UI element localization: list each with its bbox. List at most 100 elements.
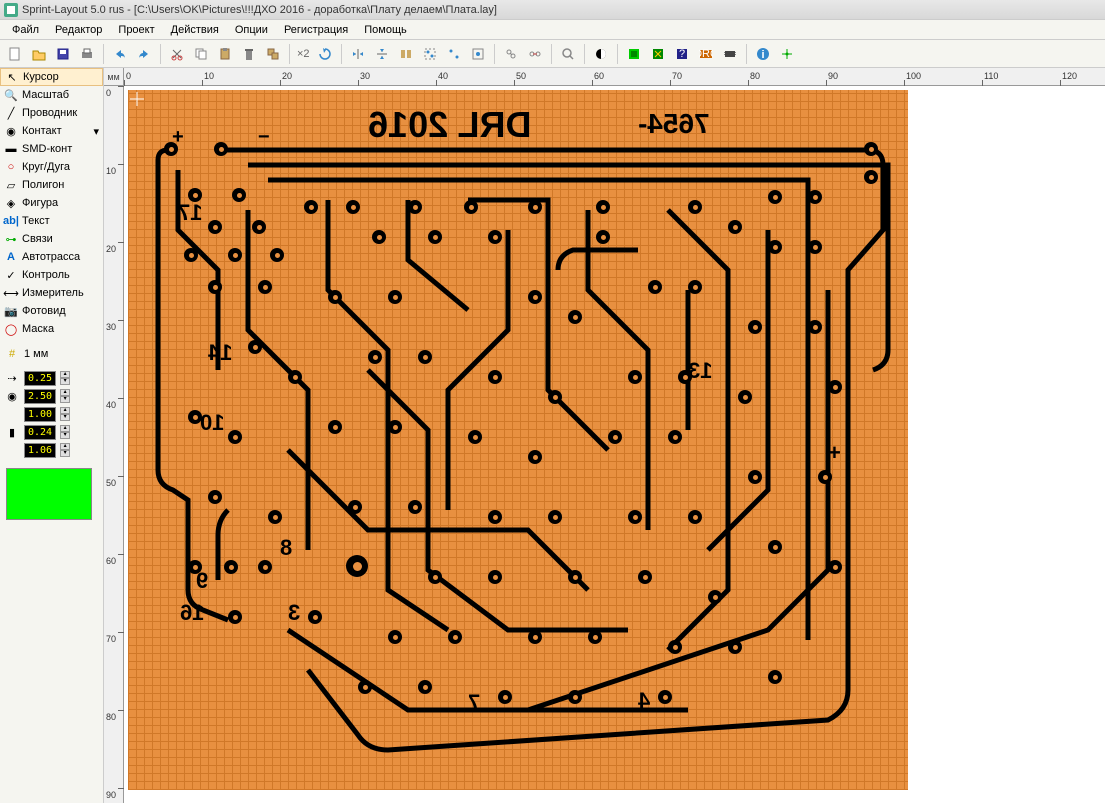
spin-down[interactable]: ▾ bbox=[60, 378, 70, 385]
ruler-unit: мм bbox=[104, 68, 124, 86]
origin-button[interactable] bbox=[776, 43, 798, 65]
pcb-canvas[interactable]: DRL 2016 7654- + − 17 14 13 10 + 8 9 16 … bbox=[124, 86, 1105, 803]
info-button[interactable]: i bbox=[752, 43, 774, 65]
cut-button[interactable] bbox=[166, 43, 188, 65]
spin-up[interactable]: ▴ bbox=[60, 425, 70, 432]
tool-cursor[interactable]: ↖Курсор bbox=[0, 68, 103, 86]
tool-text[interactable]: ab|Текст bbox=[0, 212, 103, 230]
check-icon: ✓ bbox=[4, 268, 18, 282]
auto-icon: A bbox=[4, 250, 18, 264]
spin-up[interactable]: ▴ bbox=[60, 407, 70, 414]
spin-down[interactable]: ▾ bbox=[60, 432, 70, 439]
spin-down[interactable]: ▾ bbox=[60, 450, 70, 457]
undo-button[interactable] bbox=[109, 43, 131, 65]
svg-text:?: ? bbox=[678, 48, 684, 60]
redo-button[interactable] bbox=[133, 43, 155, 65]
app-icon bbox=[4, 3, 18, 17]
link2-button[interactable] bbox=[524, 43, 546, 65]
menu-project[interactable]: Проект bbox=[110, 22, 162, 38]
track-icon: ╱ bbox=[4, 106, 18, 120]
menu-registration[interactable]: Регистрация bbox=[276, 22, 356, 38]
cursor-icon: ↖ bbox=[5, 70, 19, 84]
menu-help[interactable]: Помощь bbox=[356, 22, 415, 38]
tool-measure[interactable]: ⟷Измеритель bbox=[0, 284, 103, 302]
drc-button[interactable]: DRC bbox=[695, 43, 717, 65]
menu-file[interactable]: Файл bbox=[4, 22, 47, 38]
align-button[interactable] bbox=[395, 43, 417, 65]
via-inner-param[interactable]: 1.06▴▾ bbox=[4, 442, 99, 458]
zoom-label: ×2 bbox=[295, 48, 312, 60]
menu-actions[interactable]: Действия bbox=[163, 22, 227, 38]
mirror-h-button[interactable] bbox=[347, 43, 369, 65]
spin-down[interactable]: ▾ bbox=[60, 396, 70, 403]
tool-zoom[interactable]: 🔍Масштаб bbox=[0, 86, 103, 104]
tool-pad[interactable]: ◉Контакт▾ bbox=[0, 122, 103, 140]
tool-polygon[interactable]: ▱Полигон bbox=[0, 176, 103, 194]
track-width-param[interactable]: ⇢0.25▴▾ bbox=[4, 370, 99, 386]
ruler-vertical: 0102030405060708090 bbox=[104, 86, 124, 803]
tool-smd[interactable]: ▬SMD-конт bbox=[0, 140, 103, 158]
svg-text:i: i bbox=[761, 49, 764, 61]
via-outer-param[interactable]: ▮0.24▴▾ bbox=[4, 424, 99, 440]
photo-icon: 📷 bbox=[4, 304, 18, 318]
copy-button[interactable] bbox=[190, 43, 212, 65]
tool-track[interactable]: ╱Проводник bbox=[0, 104, 103, 122]
pad-o-icon: ◉ bbox=[4, 389, 20, 403]
toolbar: ×2 ? DRC i bbox=[0, 40, 1105, 68]
save-button[interactable] bbox=[52, 43, 74, 65]
print-button[interactable] bbox=[76, 43, 98, 65]
menu-options[interactable]: Опции bbox=[227, 22, 276, 38]
spin-up[interactable]: ▴ bbox=[60, 371, 70, 378]
layer-color-swatch[interactable] bbox=[6, 468, 92, 520]
delete-button[interactable] bbox=[238, 43, 260, 65]
layer2-button[interactable] bbox=[647, 43, 669, 65]
tool-check[interactable]: ✓Контроль bbox=[0, 266, 103, 284]
tool-link[interactable]: ⊶Связи bbox=[0, 230, 103, 248]
open-button[interactable] bbox=[28, 43, 50, 65]
polygon-icon: ▱ bbox=[4, 178, 18, 192]
layer1-button[interactable] bbox=[623, 43, 645, 65]
tool-sidebar: ↖Курсор 🔍Масштаб ╱Проводник ◉Контакт▾ ▬S… bbox=[0, 68, 104, 803]
circle-icon: ○ bbox=[4, 160, 18, 174]
tool-photo[interactable]: 📷Фотовид bbox=[0, 302, 103, 320]
ruler-horizontal: 0102030405060708090100110120 bbox=[124, 68, 1105, 86]
via-icon: ▮ bbox=[4, 425, 20, 439]
pad-inner-param[interactable]: 1.00▴▾ bbox=[4, 406, 99, 422]
paste-button[interactable] bbox=[214, 43, 236, 65]
mirror-v-button[interactable] bbox=[371, 43, 393, 65]
link-icon: ⊶ bbox=[4, 232, 18, 246]
tool-autoroute[interactable]: AАвтотрасса bbox=[0, 248, 103, 266]
window-title: Sprint-Layout 5.0 rus - [C:\Users\OK\Pic… bbox=[22, 4, 497, 16]
pcb-board: DRL 2016 7654- + − 17 14 13 10 + 8 9 16 … bbox=[128, 90, 908, 790]
shape-icon: ◈ bbox=[4, 196, 18, 210]
pad-outer-param[interactable]: ◉2.50▴▾ bbox=[4, 388, 99, 404]
snap-button[interactable] bbox=[467, 43, 489, 65]
components-button[interactable] bbox=[719, 43, 741, 65]
zoom-fit-button[interactable] bbox=[557, 43, 579, 65]
spin-up[interactable]: ▴ bbox=[60, 443, 70, 450]
group-button[interactable] bbox=[419, 43, 441, 65]
width-icon: ⇢ bbox=[4, 371, 20, 385]
menu-editor[interactable]: Редактор bbox=[47, 22, 110, 38]
tool-shape[interactable]: ◈Фигура bbox=[0, 194, 103, 212]
tool-mask[interactable]: ◯Маска bbox=[0, 320, 103, 338]
duplicate-button[interactable] bbox=[262, 43, 284, 65]
ungroup-button[interactable] bbox=[443, 43, 465, 65]
svg-text:DRC: DRC bbox=[699, 48, 713, 60]
spin-down[interactable]: ▾ bbox=[60, 414, 70, 421]
mask-icon: ◯ bbox=[4, 322, 18, 336]
help-button[interactable]: ? bbox=[671, 43, 693, 65]
link1-button[interactable] bbox=[500, 43, 522, 65]
contrast-button[interactable] bbox=[590, 43, 612, 65]
tool-circle[interactable]: ○Круг/Дуга bbox=[0, 158, 103, 176]
grid-setting[interactable]: #1 мм bbox=[4, 346, 99, 362]
smd-icon: ▬ bbox=[4, 142, 18, 156]
spin-up[interactable]: ▴ bbox=[60, 389, 70, 396]
menu-bar: Файл Редактор Проект Действия Опции Реги… bbox=[0, 20, 1105, 40]
rotate-button[interactable] bbox=[314, 43, 336, 65]
pad-icon: ◉ bbox=[4, 124, 18, 138]
title-bar: Sprint-Layout 5.0 rus - [C:\Users\OK\Pic… bbox=[0, 0, 1105, 20]
dropdown-icon: ▾ bbox=[93, 125, 99, 138]
text-icon: ab| bbox=[4, 214, 18, 228]
new-button[interactable] bbox=[4, 43, 26, 65]
